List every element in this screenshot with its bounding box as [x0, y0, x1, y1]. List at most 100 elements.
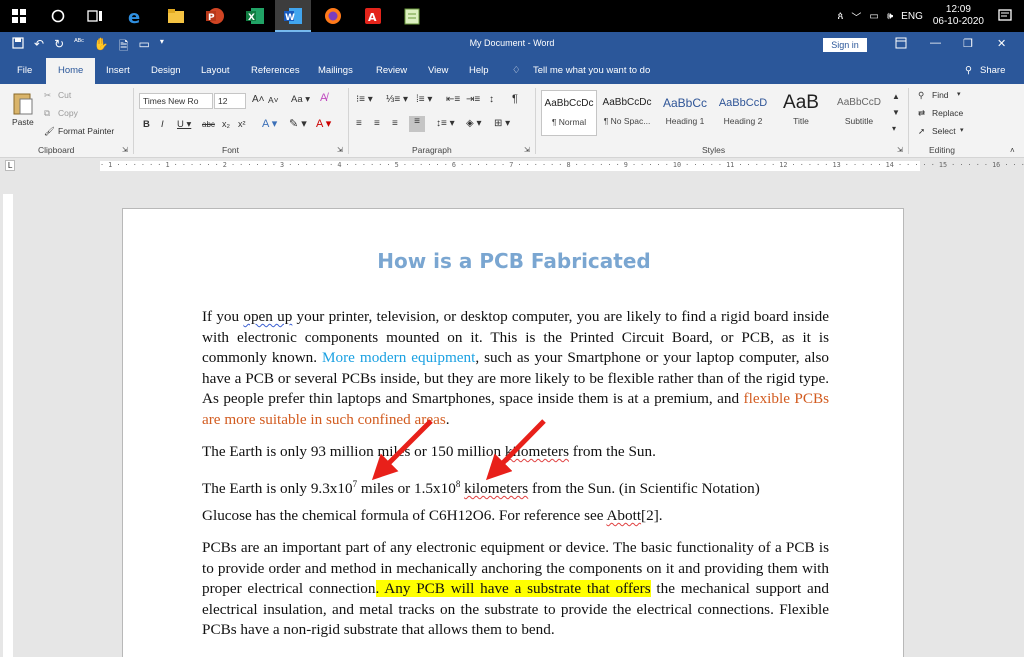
restore-button[interactable]: ❐ [963, 37, 973, 50]
find-icon[interactable]: ⚲ [918, 90, 924, 101]
replace-icon[interactable]: ⇄ [918, 108, 925, 119]
sign-in-button[interactable]: Sign in [823, 38, 867, 52]
tab-design[interactable]: Design [151, 58, 181, 84]
subscript-icon[interactable]: x₂ [222, 119, 230, 129]
language-indicator[interactable]: ENG [901, 11, 923, 22]
copy-button[interactable]: Copy [58, 108, 78, 118]
powerpoint-icon[interactable]: P [203, 4, 227, 28]
select-dropdown-icon[interactable]: ▾ [960, 126, 964, 134]
clipboard-launcher-icon[interactable]: ⇲ [122, 146, 128, 154]
acrobat-icon[interactable]: A [361, 4, 385, 28]
sort-icon[interactable]: ↕ [489, 94, 494, 105]
bold-icon[interactable]: B [143, 119, 150, 130]
show-marks-icon[interactable]: ¶ [512, 93, 518, 105]
firefox-icon[interactable] [321, 4, 345, 28]
share-button[interactable]: Share [980, 58, 1005, 84]
notepad-icon[interactable] [400, 4, 424, 28]
start-icon[interactable] [7, 4, 31, 28]
style-title[interactable]: AaB Title [773, 90, 829, 136]
style-subtitle[interactable]: AaBbCcD Subtitle [831, 90, 887, 136]
shrink-font-icon[interactable]: A˅ [268, 95, 279, 105]
line-spacing-icon[interactable]: ↕≡ ▾ [436, 118, 455, 129]
tab-help[interactable]: Help [469, 58, 489, 84]
tell-me-box[interactable]: Tell me what you want to do [533, 58, 650, 84]
style-heading-2[interactable]: AaBbCcD Heading 2 [715, 90, 771, 136]
network-icon[interactable]: ▭ [869, 11, 878, 22]
vertical-ruler[interactable] [3, 194, 13, 657]
paste-button[interactable]: Paste [12, 117, 34, 127]
align-right-icon[interactable]: ≡ [392, 118, 398, 129]
word-icon[interactable]: W [281, 4, 305, 28]
increase-indent-icon[interactable]: ⇥≡ [466, 94, 480, 105]
tab-file[interactable]: File [17, 58, 32, 84]
align-left-icon[interactable]: ≡ [356, 118, 362, 129]
clear-formatting-icon[interactable]: A̸ [320, 92, 327, 104]
file-explorer-icon[interactable] [164, 4, 188, 28]
styles-scroll-up-icon[interactable]: ▲ [892, 92, 900, 101]
notification-icon[interactable] [998, 8, 1012, 25]
tab-home[interactable]: Home [46, 58, 96, 84]
tab-references[interactable]: References [251, 58, 300, 84]
font-launcher-icon[interactable]: ⇲ [337, 146, 343, 154]
copy-icon[interactable]: ⧉ [44, 108, 50, 119]
tab-selector-icon[interactable]: L [5, 160, 15, 171]
chevron-up-icon[interactable]: ﹀ [851, 9, 861, 24]
select-button[interactable]: Select [932, 126, 956, 136]
styles-more-icon[interactable]: ▾ [892, 124, 896, 133]
text-effects-icon[interactable]: A ▾ [262, 117, 277, 130]
tab-insert[interactable]: Insert [106, 58, 130, 84]
tab-mailings[interactable]: Mailings [318, 58, 353, 84]
clock[interactable]: 12:09 06-10-2020 [933, 4, 984, 28]
task-view-icon[interactable] [83, 4, 107, 28]
styles-scroll-down-icon[interactable]: ▼ [892, 108, 900, 117]
document-canvas[interactable]: How is a PCB Fabricated If you open up y… [0, 174, 1024, 657]
people-icon[interactable]: ጰ [837, 11, 843, 22]
ribbon-display-options-icon[interactable] [895, 37, 907, 52]
style-heading-1[interactable]: AaBbCc Heading 1 [657, 90, 713, 136]
bullets-icon[interactable]: ⁝≡ ▾ [356, 94, 373, 105]
shading-icon[interactable]: ◈ ▾ [466, 118, 482, 129]
justify-icon[interactable]: ≡ [409, 116, 425, 132]
italic-icon[interactable]: I [161, 119, 164, 130]
highlight-color-icon[interactable]: ✎ ▾ [289, 117, 307, 130]
borders-icon[interactable]: ⊞ ▾ [494, 118, 510, 129]
horizontal-ruler[interactable]: · 1 · · · · · · 1 · · · · · · 2 · · · · … [100, 161, 1024, 171]
multilevel-list-icon[interactable]: ⁞≡ ▾ [416, 94, 432, 105]
styles-launcher-icon[interactable]: ⇲ [897, 146, 903, 154]
font-size-box[interactable]: 12 [214, 93, 246, 109]
superscript-icon[interactable]: x² [238, 119, 246, 129]
select-icon[interactable]: ➚ [918, 126, 925, 137]
find-button[interactable]: Find [932, 90, 949, 100]
grow-font-icon[interactable]: A˄ [252, 94, 265, 105]
change-case-icon[interactable]: Aa ▾ [291, 94, 310, 105]
tab-view[interactable]: View [428, 58, 448, 84]
cut-button[interactable]: Cut [58, 90, 71, 100]
collapse-ribbon-icon[interactable]: ˄ [1010, 146, 1015, 155]
font-color-icon[interactable]: A ▾ [316, 117, 331, 130]
tab-layout[interactable]: Layout [201, 58, 230, 84]
edge-icon[interactable]: e [124, 4, 148, 28]
volume-icon[interactable]: 🕪 [887, 11, 893, 22]
style-normal[interactable]: AaBbCcDc ¶ Normal [541, 90, 597, 136]
search-icon[interactable] [46, 4, 70, 28]
excel-icon[interactable]: X [243, 4, 267, 28]
replace-button[interactable]: Replace [932, 108, 963, 118]
style-no-spacing[interactable]: AaBbCcDc ¶ No Spac... [599, 90, 655, 136]
numbering-icon[interactable]: ⅓≡ ▾ [386, 94, 408, 105]
close-button[interactable]: ✕ [997, 37, 1006, 50]
tab-review[interactable]: Review [376, 58, 407, 84]
find-dropdown-icon[interactable]: ▾ [957, 90, 961, 98]
paragraph-launcher-icon[interactable]: ⇲ [524, 146, 530, 154]
share-icon[interactable]: ⚲ [965, 58, 972, 84]
format-painter-icon[interactable]: 🖌 [44, 126, 55, 137]
align-center-icon[interactable]: ≡ [374, 118, 380, 129]
strikethrough-icon[interactable]: abc [202, 120, 215, 129]
format-painter-button[interactable]: Format Painter [58, 126, 114, 136]
document-page[interactable]: How is a PCB Fabricated If you open up y… [122, 208, 904, 657]
decrease-indent-icon[interactable]: ⇤≡ [446, 94, 460, 105]
minimize-button[interactable]: — [930, 37, 941, 49]
font-name-box[interactable]: Times New Ro [139, 93, 213, 109]
paste-icon[interactable] [12, 90, 34, 118]
cut-icon[interactable]: ✂ [44, 90, 51, 101]
underline-icon[interactable]: U ▾ [177, 119, 191, 130]
